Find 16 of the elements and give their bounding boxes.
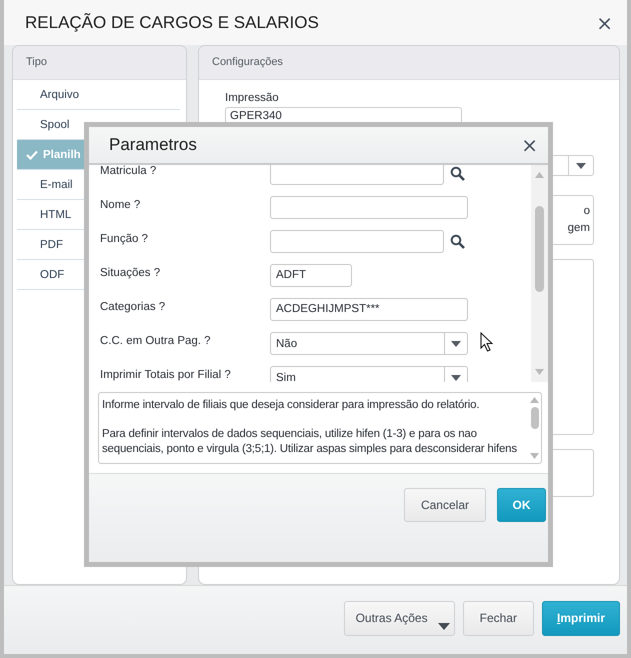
- field-label: Função ?: [100, 232, 149, 245]
- option-label: gem: [568, 221, 590, 236]
- dialog-title: Parametros: [109, 135, 197, 155]
- help-paragraph: Para definir intervalos de dados sequenciais, utilize hifen (1-3) e para os nao sequenciais, ponto e virgula (3;5;1). Utilizar aspas simples para desconsiderar hifens: [102, 427, 518, 457]
- help-paragraph: Informe intervalo de filiais que deseja considerar para impressão do relatório.: [102, 398, 480, 413]
- field-label: Situações ?: [100, 266, 162, 279]
- field-label: Matricula ?: [100, 165, 158, 177]
- field-label: C.C. em Outra Pag. ?: [100, 334, 212, 347]
- field-label: Imprimir Totais por Filial ?: [100, 368, 232, 381]
- option-label: o: [584, 204, 590, 219]
- field-label: Impressão: [225, 92, 279, 104]
- field-label: Categorias ?: [100, 300, 166, 313]
- field-label: Nome ?: [100, 198, 142, 211]
- panel-title: Configurações: [199, 46, 619, 80]
- window-title: RELAÇÃO DE CARGOS E SALARIOS: [25, 12, 319, 32]
- panel-title: Tipo: [13, 46, 186, 80]
